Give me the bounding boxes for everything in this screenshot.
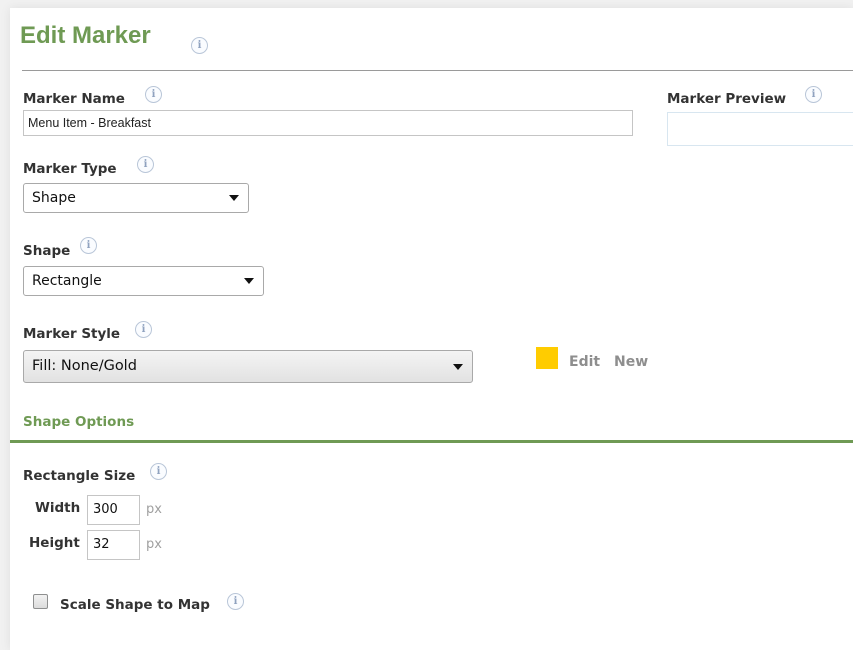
marker-type-selected: Shape [32,190,76,206]
chevron-down-icon [453,363,463,370]
marker-name-input[interactable]: Menu Item - Breakfast [23,110,633,136]
marker-type-label: Marker Type [23,161,117,177]
width-unit: px [146,502,162,517]
marker-name-info-icon[interactable]: i [145,86,162,103]
marker-style-selected: Fill: None/Gold [32,358,137,374]
shape-selected: Rectangle [32,273,102,289]
marker-type-info-icon[interactable]: i [137,156,154,173]
rectangle-size-label: Rectangle Size [23,468,136,484]
title-info-icon[interactable]: i [191,37,208,54]
scale-shape-checkbox[interactable] [33,594,48,609]
marker-style-color-swatch [536,347,558,369]
shape-select[interactable]: Rectangle [23,266,264,296]
height-unit: px [146,537,162,552]
marker-name-label: Marker Name [23,91,125,107]
shape-options-heading: Shape Options [23,414,135,430]
width-label: Width [35,500,81,516]
page-title: Edit Marker [20,22,151,49]
chevron-down-icon [244,278,254,284]
title-divider [22,70,853,71]
marker-style-edit-link[interactable]: Edit [569,354,600,370]
shape-label: Shape [23,243,71,259]
rectangle-size-info-icon[interactable]: i [150,463,167,480]
marker-style-label: Marker Style [23,326,121,342]
scale-shape-label[interactable]: Scale Shape to Map [60,597,210,613]
marker-type-select[interactable]: Shape [23,183,249,213]
scale-shape-info-icon[interactable]: i [227,593,244,610]
marker-style-select[interactable]: Fill: None/Gold [23,350,473,383]
height-input[interactable]: 32 [87,530,140,560]
chevron-down-icon [229,195,239,201]
width-input[interactable]: 300 [87,495,140,525]
marker-preview-box [667,112,853,146]
shape-options-divider [10,440,853,443]
marker-style-info-icon[interactable]: i [135,321,152,338]
shape-info-icon[interactable]: i [80,237,97,254]
marker-preview-info-icon[interactable]: i [805,86,822,103]
height-label: Height [29,535,80,551]
marker-style-new-link[interactable]: New [614,354,648,370]
marker-preview-label: Marker Preview [667,91,787,107]
